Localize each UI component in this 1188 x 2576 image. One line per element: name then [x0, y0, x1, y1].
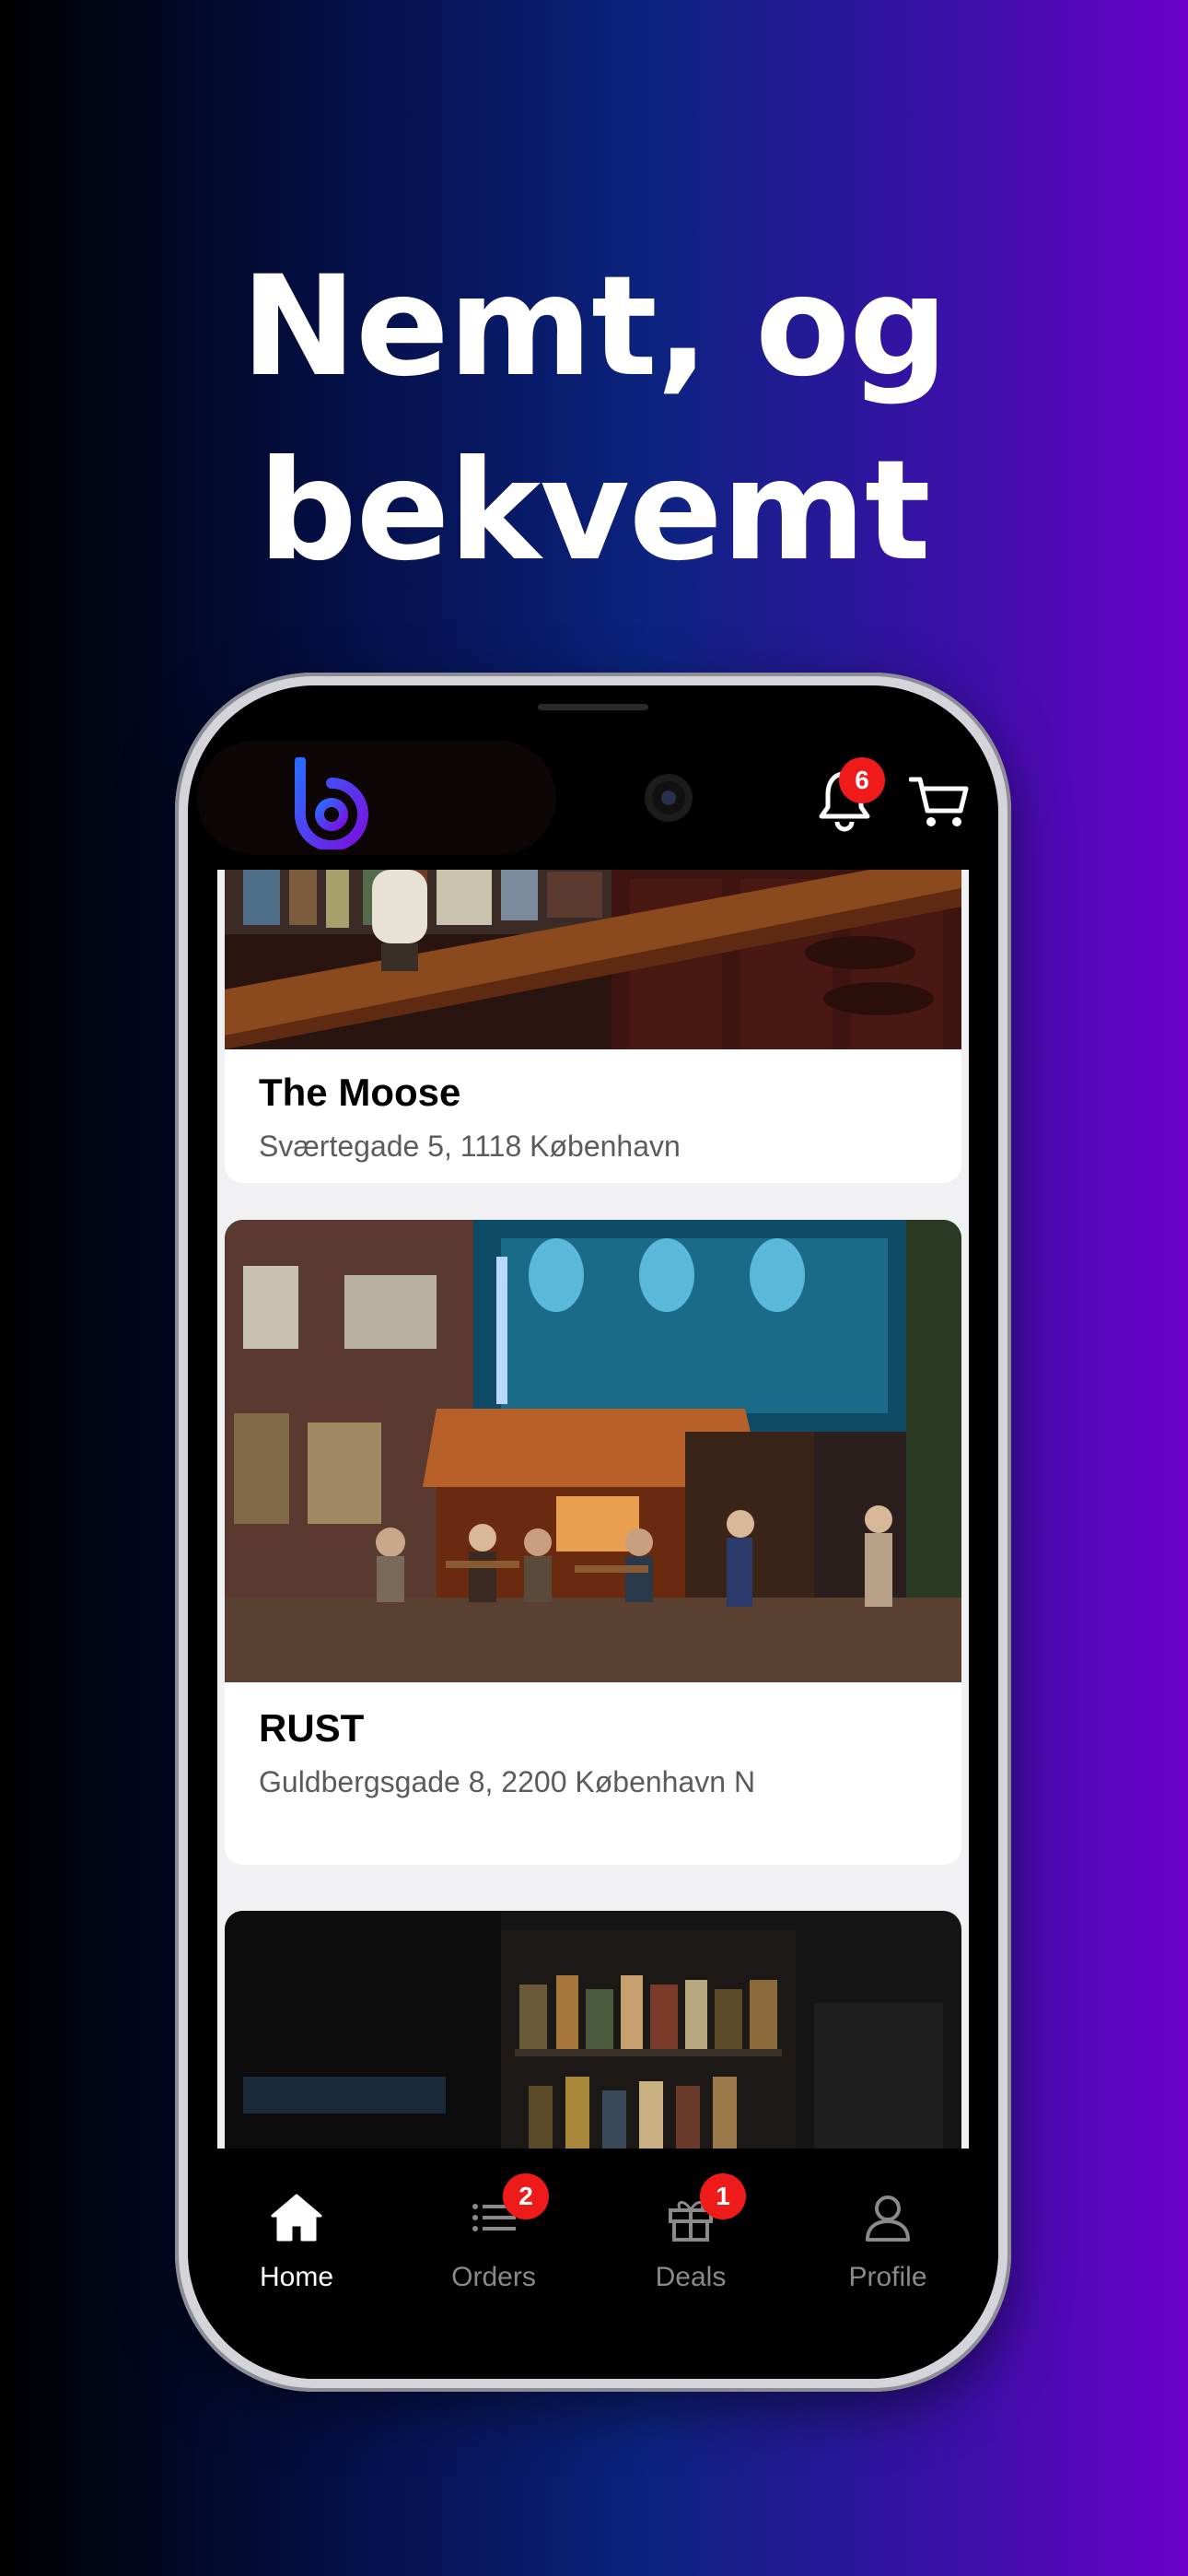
venue-list[interactable]: The Moose Sværtegade 5, 1118 København R… [217, 870, 969, 2149]
venue-name: The Moose [259, 1071, 461, 1114]
notification-badge: 6 [839, 757, 885, 803]
venue-card[interactable] [225, 1911, 961, 2149]
tab-home-label: Home [259, 2262, 334, 2292]
phone-screen: 6 The Moose Sværtegade 5, 1118 København… [188, 685, 998, 2379]
venue-card[interactable]: RUST Guldbergsgade 8, 2200 København N [225, 1220, 961, 1865]
headline-line-1: Nemt, og [240, 247, 949, 407]
venue-photo [225, 1911, 961, 2149]
tab-home[interactable]: Home [204, 2190, 389, 2310]
front-camera [645, 774, 693, 822]
header-pill [197, 741, 556, 855]
venue-name: RUST [259, 1706, 365, 1750]
cart-icon[interactable] [909, 774, 970, 829]
headline-line-2: bekvemt [258, 431, 930, 591]
headline: Nemt, og bekvemt [0, 235, 1188, 603]
phone-frame: 6 The Moose Sværtegade 5, 1118 København… [175, 673, 1011, 2392]
tab-bar: Home Orders 2 Deals 1 Profile [188, 2149, 998, 2379]
tab-orders[interactable]: Orders 2 [402, 2173, 586, 2310]
venue-address: Sværtegade 5, 1118 København [259, 1130, 681, 1163]
tab-profile-label: Profile [848, 2262, 927, 2292]
tab-orders-label: Orders [451, 2262, 536, 2292]
venue-card[interactable]: The Moose Sværtegade 5, 1118 København [225, 870, 961, 1183]
earpiece [538, 704, 648, 710]
home-icon [271, 2194, 322, 2242]
tab-deals[interactable]: Deals 1 [599, 2173, 783, 2310]
b-logo-icon[interactable] [291, 757, 374, 849]
tab-profile[interactable]: Profile [796, 2190, 980, 2310]
venue-photo [225, 870, 961, 1049]
person-icon [866, 2195, 910, 2242]
deals-badge: 1 [700, 2173, 746, 2219]
orders-badge: 2 [503, 2173, 549, 2219]
venue-address: Guldbergsgade 8, 2200 København N [259, 1765, 756, 1798]
venue-photo [225, 1220, 961, 1682]
tab-deals-label: Deals [655, 2262, 727, 2292]
